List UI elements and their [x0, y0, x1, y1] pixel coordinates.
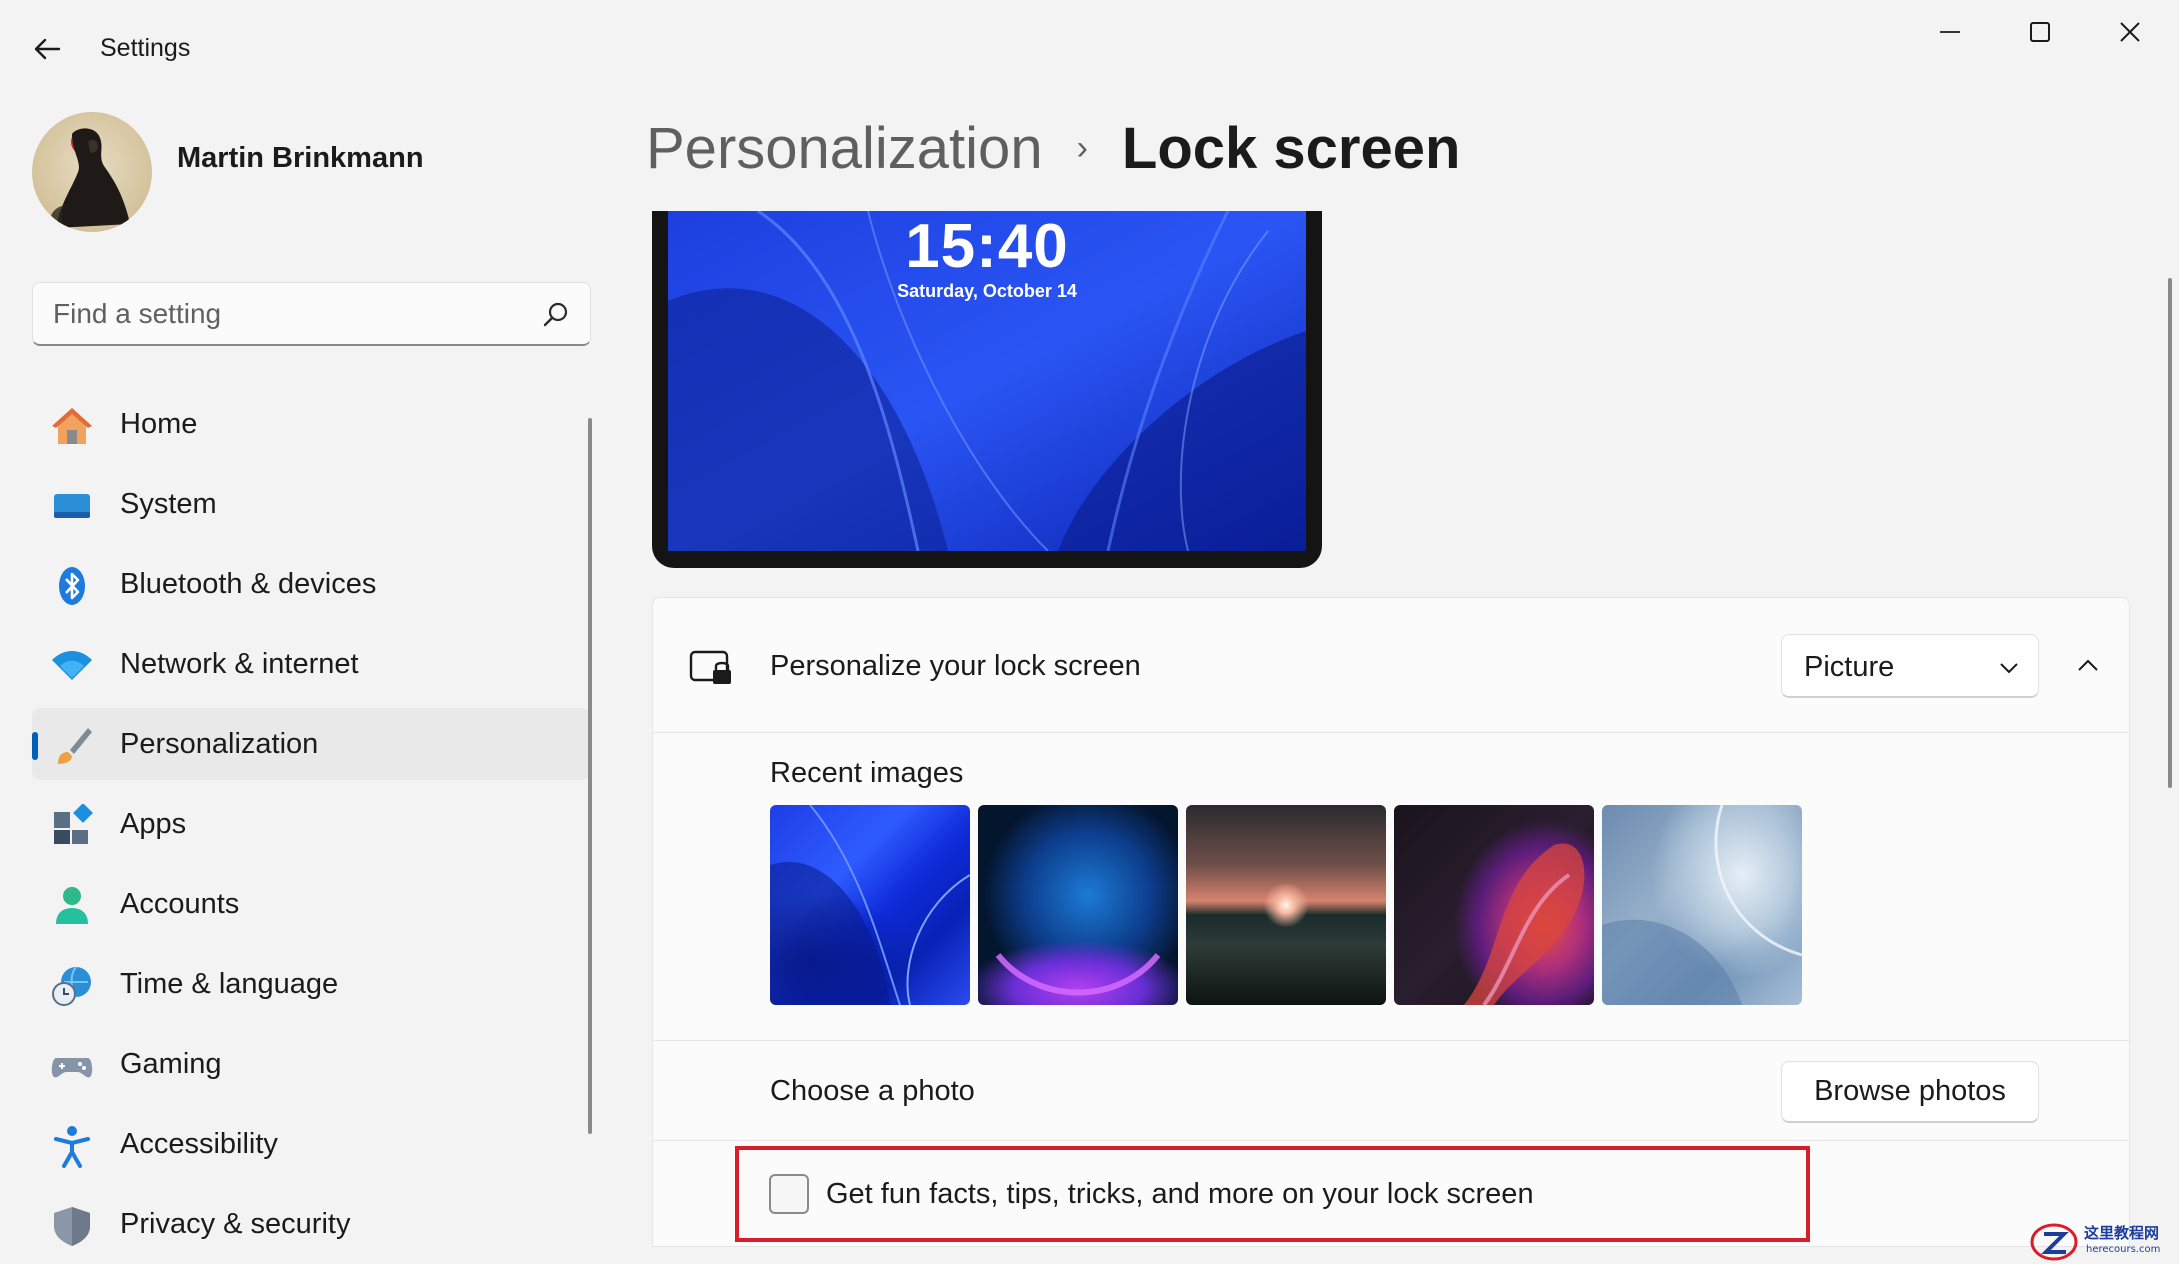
sidebar-scrollbar[interactable] — [588, 418, 592, 1134]
active-indicator — [32, 732, 38, 760]
sidebar-item-label: Personalization — [120, 728, 319, 760]
recent-images-label: Recent images — [770, 757, 964, 789]
home-icon — [52, 408, 92, 444]
personalize-lock-screen-label: Personalize your lock screen — [770, 650, 1141, 682]
recent-image-thumbnail[interactable] — [770, 805, 970, 1005]
lock-screen-type-dropdown[interactable]: Picture — [1781, 634, 2039, 698]
recent-image-thumbnail[interactable] — [1602, 805, 1802, 1005]
search-input[interactable] — [53, 293, 523, 335]
apps-icon — [54, 804, 93, 844]
person-icon — [56, 887, 88, 924]
choose-photo-section: Choose a photo Browse photos — [652, 1041, 2130, 1141]
sidebar-nav: Home System Bluetooth & devices Network … — [32, 388, 590, 1264]
sidebar-item-label: System — [120, 488, 217, 520]
breadcrumb-parent-link[interactable]: Personalization — [646, 115, 1043, 182]
lock-screen-preview: 15:40 Saturday, October 14 — [652, 211, 1322, 568]
choose-photo-label: Choose a photo — [770, 1075, 975, 1107]
content-scrollbar[interactable] — [2168, 278, 2172, 788]
sidebar-item-privacy-security[interactable]: Privacy & security — [32, 1188, 590, 1260]
recent-images-section: Recent images — [652, 733, 2130, 1041]
dropdown-selected-value: Picture — [1804, 651, 1895, 683]
sidebar-item-label: Accounts — [120, 888, 240, 920]
breadcrumb: Personalization › Lock screen — [646, 115, 1460, 182]
tips-checkbox-label[interactable]: Get fun facts, tips, tricks, and more on… — [826, 1178, 1534, 1211]
preview-wallpaper: 15:40 Saturday, October 14 — [668, 211, 1306, 551]
preview-date: Saturday, October 14 — [897, 281, 1077, 301]
watermark-logo-icon — [2030, 1223, 2078, 1261]
close-button[interactable] — [2085, 0, 2175, 64]
app-title: Settings — [100, 34, 191, 62]
sidebar-item-label: Apps — [120, 808, 187, 840]
sidebar-item-accessibility[interactable]: Accessibility — [32, 1108, 590, 1180]
maximize-button[interactable] — [1995, 0, 2085, 64]
recent-image-thumbnail[interactable] — [1186, 805, 1386, 1005]
collapse-button[interactable] — [2063, 634, 2113, 698]
title-bar: Settings — [0, 0, 2179, 90]
chevron-up-icon — [2078, 659, 2098, 671]
gamepad-icon — [51, 1058, 93, 1078]
minimize-icon — [1940, 31, 1960, 33]
user-name: Martin Brinkmann — [177, 142, 424, 174]
sidebar-item-bluetooth[interactable]: Bluetooth & devices — [32, 548, 590, 620]
chevron-right-icon: › — [1076, 129, 1088, 167]
close-icon — [2120, 22, 2140, 42]
search-icon[interactable] — [542, 301, 570, 329]
system-icon — [54, 494, 90, 518]
sidebar-item-label: Privacy & security — [120, 1208, 351, 1240]
chevron-down-icon — [2000, 663, 2018, 674]
watermark-text: 这里教程网 — [2084, 1224, 2160, 1242]
sidebar-item-label: Accessibility — [120, 1128, 278, 1160]
watermark-subtext: herecours.com — [2086, 1244, 2161, 1255]
browse-photos-button[interactable]: Browse photos — [1781, 1061, 2039, 1123]
arrow-left-icon — [34, 38, 61, 60]
wifi-icon — [52, 651, 92, 680]
personalize-lock-screen-card[interactable]: Personalize your lock screen Picture — [652, 597, 2130, 733]
sidebar-item-label: Home — [120, 408, 198, 440]
minimize-button[interactable] — [1905, 0, 1995, 64]
maximize-icon — [2030, 22, 2050, 42]
sidebar-item-label: Bluetooth & devices — [120, 568, 377, 600]
sidebar-item-personalization[interactable]: Personalization — [32, 708, 590, 780]
recent-image-thumbnail[interactable] — [978, 805, 1178, 1005]
sidebar-item-apps[interactable]: Apps — [32, 788, 590, 860]
sidebar-item-system[interactable]: System — [32, 468, 590, 540]
sidebar-item-gaming[interactable]: Gaming — [32, 1028, 590, 1100]
sidebar-item-label: Time & language — [120, 968, 339, 1000]
sidebar-item-network[interactable]: Network & internet — [32, 628, 590, 700]
search-box[interactable] — [32, 282, 591, 346]
back-button[interactable] — [22, 24, 72, 74]
globe-clock-icon — [52, 966, 91, 1006]
tips-checkbox[interactable] — [769, 1174, 809, 1214]
accessibility-icon — [54, 1126, 90, 1168]
avatar — [32, 112, 152, 232]
sidebar-item-label: Network & internet — [120, 648, 359, 680]
sidebar-item-home[interactable]: Home — [32, 388, 590, 460]
bluetooth-icon — [59, 567, 85, 605]
watermark: 这里教程网 herecours.com — [2030, 1220, 2179, 1264]
paintbrush-icon — [58, 728, 92, 764]
recent-image-thumbnail[interactable] — [1394, 805, 1594, 1005]
sidebar-item-accounts[interactable]: Accounts — [32, 868, 590, 940]
recent-images-list — [770, 805, 1810, 1005]
preview-clock: 15:40 — [905, 212, 1069, 281]
shield-icon — [54, 1207, 90, 1246]
sidebar-item-time-language[interactable]: Time & language — [32, 948, 590, 1020]
sidebar-item-label: Gaming — [120, 1048, 222, 1080]
lock-screen-icon — [689, 650, 731, 684]
page-title: Lock screen — [1121, 116, 1461, 181]
